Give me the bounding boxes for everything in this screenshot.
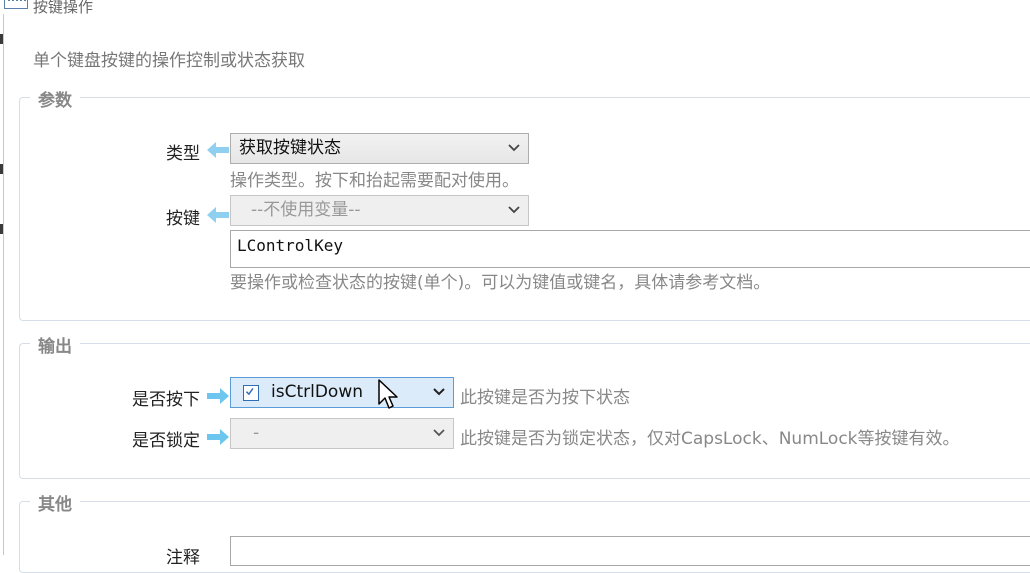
key-input[interactable]: LControlKey (230, 230, 1030, 268)
note-input[interactable] (230, 536, 1030, 566)
arrow-left-icon (207, 142, 229, 158)
window-titlebar: 按键操作 (0, 0, 300, 16)
chevron-down-icon (508, 144, 520, 152)
window-title: 按键操作 (33, 0, 94, 16)
mouse-cursor-icon (378, 379, 398, 409)
params-legend: 参数 (30, 86, 80, 111)
type-label: 类型 (166, 144, 200, 164)
key-label: 按键 (166, 209, 200, 229)
arrow-right-icon (207, 388, 229, 404)
checkbox-icon (243, 385, 259, 401)
chevron-down-icon (433, 388, 445, 396)
key-variable-value: --不使用变量-- (251, 200, 361, 220)
arrow-left-icon (207, 207, 229, 223)
chevron-down-icon (433, 429, 445, 437)
note-label: 注释 (166, 548, 200, 568)
is-down-select-value: isCtrlDown (271, 382, 363, 402)
is-locked-select[interactable]: - (230, 418, 454, 449)
key-hint: 要操作或检查状态的按键(单个)。可以为键值或键名，具体请参考文档。 (230, 273, 771, 293)
output-legend: 输出 (30, 332, 80, 357)
description-text: 单个键盘按键的操作控制或状态获取 (33, 51, 305, 71)
arrow-right-icon (207, 429, 229, 445)
is-locked-select-value: - (253, 423, 260, 443)
type-select-value: 获取按键状态 (239, 138, 341, 158)
output-group: 输出 (19, 332, 1030, 479)
type-hint: 操作类型。按下和抬起需要配对使用。 (230, 171, 519, 191)
left-window-edge (0, 14, 4, 555)
is-down-select[interactable]: isCtrlDown (230, 377, 454, 408)
keyboard-icon (4, 0, 28, 9)
type-select[interactable]: 获取按键状态 (230, 133, 529, 164)
is-locked-hint: 此按键是否为锁定状态，仅对CapsLock、NumLock等按键有效。 (460, 429, 960, 449)
other-legend: 其他 (30, 490, 80, 515)
is-locked-label: 是否锁定 (132, 431, 200, 451)
key-variable-select[interactable]: --不使用变量-- (230, 195, 529, 226)
is-down-hint: 此按键是否为按下状态 (460, 388, 630, 408)
chevron-down-icon (508, 206, 520, 214)
is-down-label: 是否按下 (132, 390, 200, 410)
